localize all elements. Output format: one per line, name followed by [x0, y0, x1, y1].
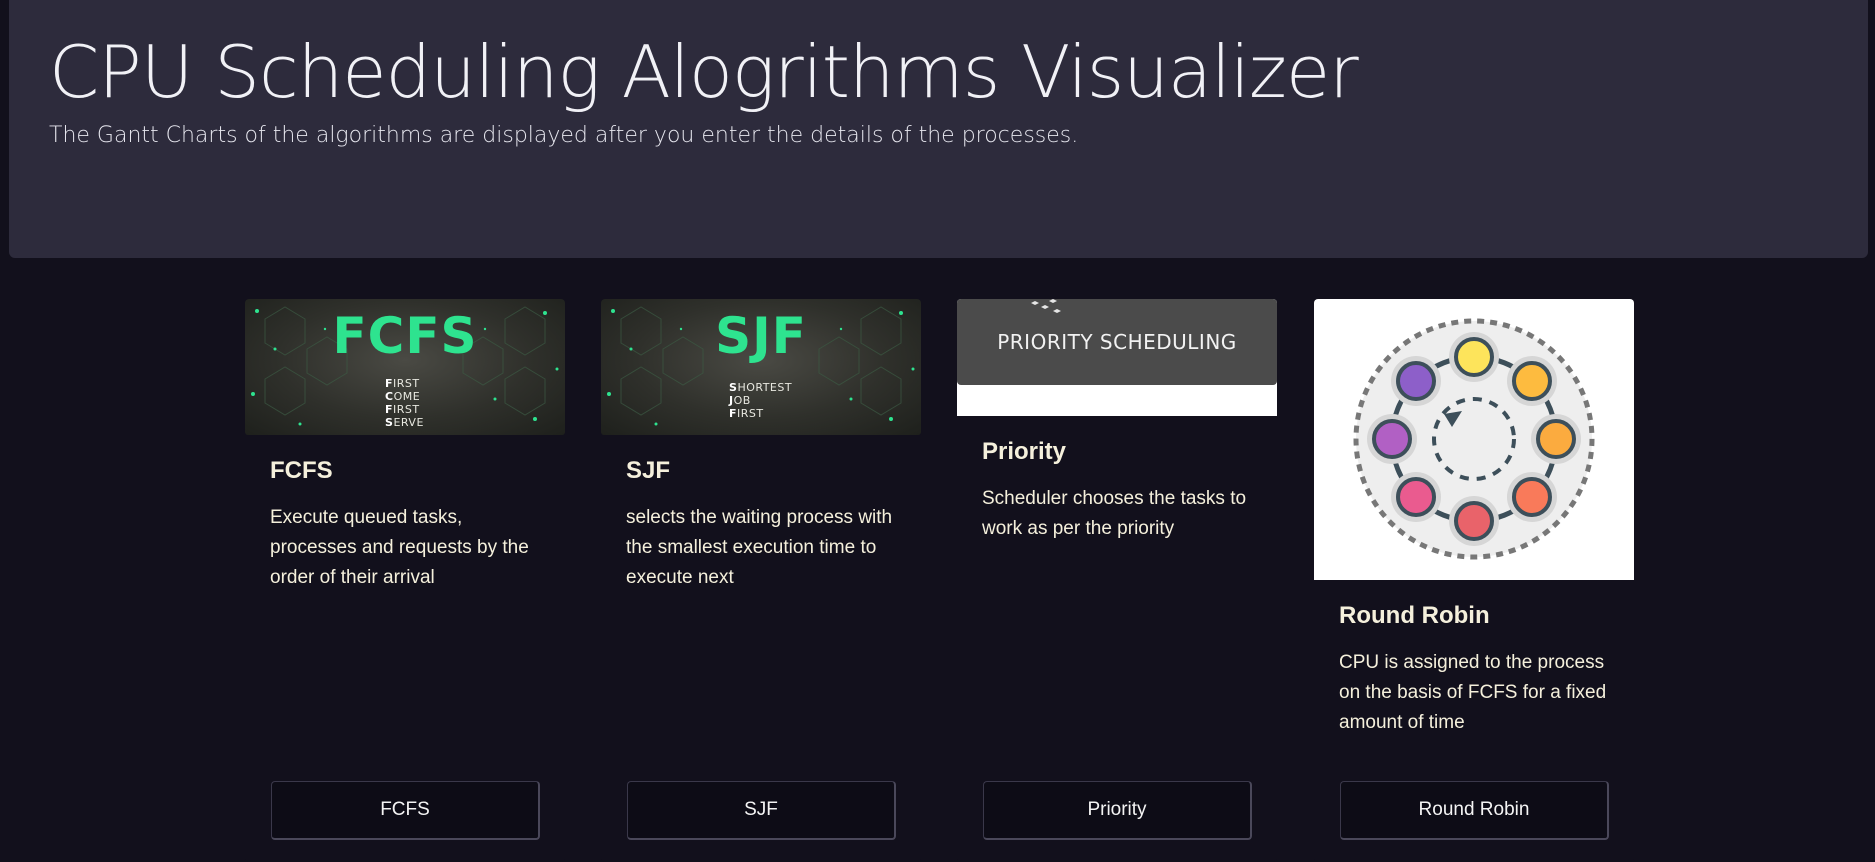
sjf-banner-text: SJF	[715, 307, 807, 365]
card-sjf: SJF SHORTEST JOB FIRST SJF selects the w…	[601, 299, 921, 862]
card-title: FCFS	[270, 457, 333, 484]
card-description: CPU is assigned to the process on the ba…	[1339, 652, 1607, 733]
card-priority: PRIORITY SCHEDULING Priority Scheduler c…	[957, 299, 1277, 862]
fcfs-banner-text: FCFS	[332, 307, 478, 365]
process-node	[1454, 501, 1494, 541]
card-title: Round Robin	[1339, 602, 1490, 629]
process-node	[1396, 361, 1437, 402]
process-node	[1396, 476, 1437, 517]
round-robin-diagram	[1353, 318, 1595, 560]
page-subtitle: The Gantt Charts of the algorithms are d…	[49, 123, 1079, 148]
page-title: CPU Scheduling Alogrithms Visualizer	[49, 30, 1359, 114]
card-description: selects the waiting process with the sma…	[626, 507, 893, 588]
card-description: Execute queued tasks, processes and requ…	[270, 507, 529, 588]
round-robin-button[interactable]: Round Robin	[1340, 781, 1609, 840]
round-robin-image	[1314, 299, 1634, 580]
priority-button[interactable]: Priority	[983, 781, 1252, 840]
card-round-robin: Round Robin CPU is assigned to the proce…	[1314, 299, 1634, 862]
card-title: SJF	[626, 457, 671, 484]
card-title: Priority	[982, 438, 1067, 465]
fcfs-button[interactable]: FCFS	[271, 781, 540, 840]
process-node	[1454, 337, 1494, 377]
fcfs-image: FCFS FIRST COME FIRST SERVE	[245, 299, 565, 435]
process-node	[1511, 476, 1552, 517]
fcfs-acronym: FIRST COME FIRST SERVE	[385, 377, 424, 429]
process-node	[1372, 419, 1412, 459]
sjf-button[interactable]: SJF	[627, 781, 896, 840]
process-node	[1536, 419, 1576, 459]
sjf-acronym: SHORTEST JOB FIRST	[729, 381, 793, 420]
card-description: Scheduler chooses the tasks to work as p…	[982, 488, 1247, 539]
sjf-image: SJF SHORTEST JOB FIRST	[601, 299, 921, 435]
priority-banner: PRIORITY SCHEDULING	[957, 299, 1277, 385]
priority-image: PRIORITY SCHEDULING	[957, 299, 1277, 416]
priority-banner-text: PRIORITY SCHEDULING	[997, 330, 1237, 354]
card-fcfs: FCFS FIRST COME FIRST SERVE FCFS Execute…	[245, 299, 565, 862]
process-node	[1511, 361, 1552, 402]
header: CPU Scheduling Alogrithms Visualizer The…	[9, 0, 1868, 258]
decorative-dots	[1031, 299, 1061, 313]
